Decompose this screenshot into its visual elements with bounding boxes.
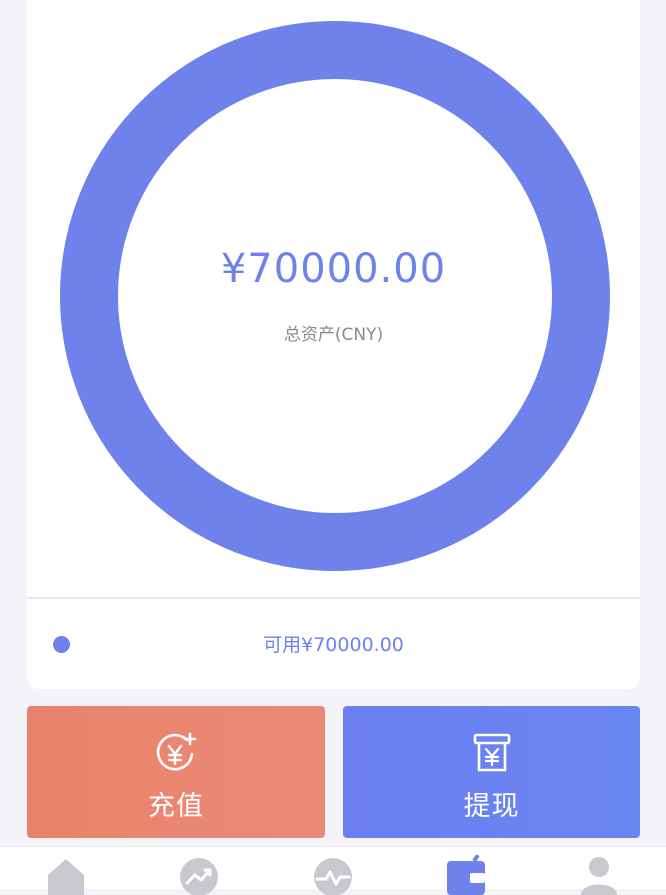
market-icon (314, 858, 352, 895)
tab-market[interactable] (311, 855, 355, 895)
available-balance: 可用¥70000.00 (263, 634, 404, 656)
wallet-icon (447, 855, 485, 895)
withdraw-label: 提现 (463, 791, 520, 822)
tab-trend[interactable] (177, 855, 221, 895)
recharge-button[interactable]: 充值 (27, 706, 325, 838)
tab-wallet[interactable] (444, 855, 488, 895)
donut-svg (60, 21, 610, 571)
recharge-yen-icon (156, 732, 197, 771)
divider (27, 597, 640, 599)
recharge-label: 充值 (148, 791, 204, 822)
assets-card: ¥70000.00 总资产(CNY) 可用¥70000.00 (27, 0, 640, 689)
donut-slice-available (60, 21, 610, 571)
withdraw-yen-icon (473, 733, 510, 772)
withdraw-button[interactable]: 提现 (343, 706, 640, 838)
asset-donut-chart (59, 20, 611, 572)
bottom-tabbar (0, 846, 666, 895)
total-assets-label: 总资产(CNY) (283, 325, 384, 345)
user-icon (581, 857, 617, 895)
trend-icon (180, 858, 218, 895)
home-icon (48, 859, 84, 895)
tab-home[interactable] (44, 855, 88, 895)
tab-user[interactable] (577, 855, 621, 895)
total-assets-amount: ¥70000.00 (220, 246, 447, 292)
